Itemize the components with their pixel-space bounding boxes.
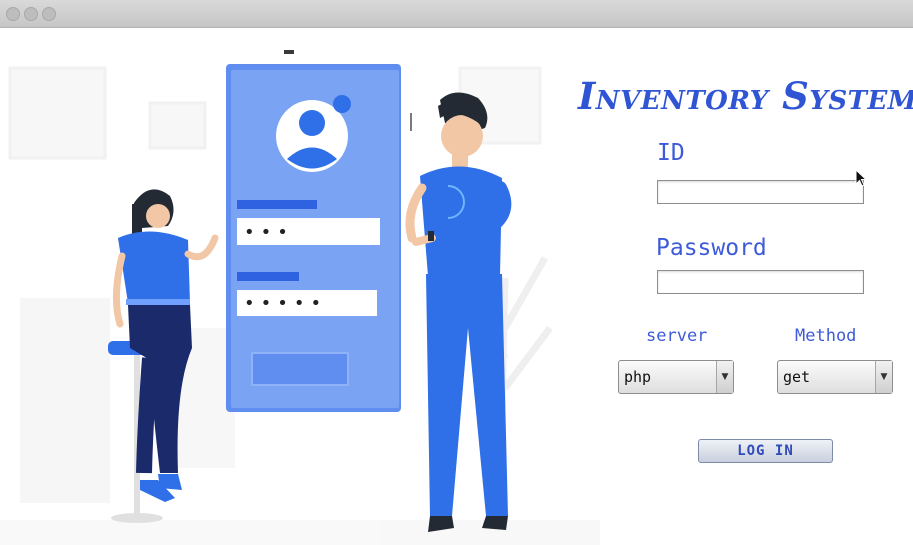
method-select-value: get (783, 368, 811, 386)
id-label: ID (657, 140, 685, 166)
server-label: server (646, 326, 708, 346)
login-illustration: ••• ••••• (0, 50, 600, 545)
login-button[interactable]: LOG IN (698, 439, 833, 463)
window-title-bar (0, 0, 913, 28)
password-label: Password (656, 235, 767, 261)
mouse-cursor-icon (855, 169, 867, 187)
id-input[interactable] (657, 180, 864, 204)
chevron-down-icon[interactable]: ▼ (875, 361, 892, 393)
phone-illustration: ••• ••••• (226, 50, 401, 412)
man-figure-illustration (405, 92, 512, 532)
server-select-value: php (624, 368, 652, 386)
app-title: Inventory System (578, 74, 913, 118)
maximize-window-button[interactable] (42, 7, 56, 21)
minimize-window-button[interactable] (24, 7, 38, 21)
login-window-content: ••• ••••• Inventory System ID Password s… (0, 28, 913, 545)
illustration-dots-short: ••• (244, 222, 294, 243)
method-label: Method (795, 326, 857, 346)
chevron-down-icon[interactable]: ▼ (716, 361, 733, 393)
illustration-dots-long: ••••• (244, 293, 327, 314)
password-input[interactable] (657, 270, 864, 294)
server-select[interactable]: php ▼ (618, 360, 734, 394)
close-window-button[interactable] (6, 7, 20, 21)
method-select[interactable]: get ▼ (777, 360, 893, 394)
